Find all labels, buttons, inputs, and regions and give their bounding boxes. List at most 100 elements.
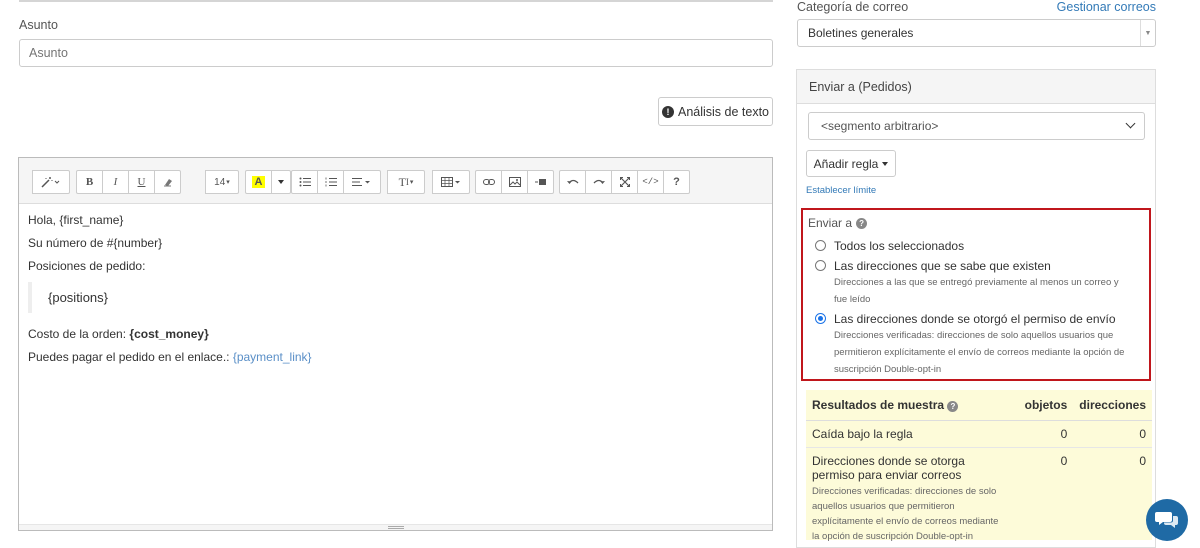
editor-line-number: Su número de #{number} (28, 236, 163, 250)
chevron-down-icon: ▾ (226, 179, 230, 186)
row-addresses: 0 (1073, 420, 1152, 448)
numbered-list-icon[interactable] (317, 170, 344, 194)
video-icon[interactable] (527, 170, 554, 194)
bold-button[interactable]: B (76, 170, 103, 194)
editor-blockquote: {positions} (28, 282, 763, 313)
sample-results-table: Resultados de muestra ? objetos direccio… (806, 390, 1152, 548)
row-objects: 0 (1009, 420, 1074, 448)
editor-line-payment: Puedes pagar el pedido en el enlace.: {p… (28, 350, 763, 364)
chat-icon (1155, 512, 1178, 528)
cost-label: Costo de la orden: (28, 327, 130, 341)
image-icon[interactable] (501, 170, 528, 194)
subject-label: Asunto (19, 18, 58, 32)
redo-icon[interactable] (585, 170, 612, 194)
table-row: Direcciones donde se otorga permiso para… (806, 447, 1152, 548)
sample-results: Resultados de muestra ? objetos direccio… (806, 390, 1152, 548)
send-to-panel-title: Enviar a (Pedidos) (797, 70, 1155, 104)
set-limit-link[interactable]: Establecer límite (806, 185, 876, 196)
radio-option-all[interactable]: Todos los seleccionados (815, 239, 964, 253)
editor-line-cost: Costo de la orden: {cost_money} (28, 327, 763, 341)
table-icon[interactable] (432, 170, 470, 194)
bullet-list-icon[interactable] (291, 170, 318, 194)
code-view-icon[interactable]: </> (637, 170, 664, 194)
row-addresses: 0 (1073, 447, 1152, 548)
toolbar-group-lists (291, 170, 381, 194)
exclamation-icon: ! (661, 105, 674, 118)
toolbar-group-insert (475, 170, 554, 194)
objects-header: objetos (1009, 390, 1074, 421)
align-dropdown[interactable] (343, 170, 381, 194)
italic-button[interactable]: I (102, 170, 129, 194)
question-icon[interactable]: ? (856, 217, 868, 229)
question-icon[interactable]: ? (947, 400, 959, 412)
manage-emails-link[interactable]: Gestionar correos (1057, 0, 1156, 14)
toolbar-group-style (32, 170, 70, 194)
row-label-cell: Direcciones donde se otorga permiso para… (806, 447, 1010, 548)
font-size-dropdown[interactable]: 14 ▾ (205, 170, 239, 194)
add-rule-label: Añadir regla (813, 156, 879, 171)
chevron-down-icon (1125, 118, 1136, 129)
radio-option-permission[interactable]: Las direcciones donde se otorgó el permi… (815, 312, 1116, 326)
toolbar-group-size: 14 ▾ (205, 170, 239, 194)
radio-label: Todos los seleccionados (834, 239, 965, 253)
table-row: Caída bajo la regla 0 0 (806, 420, 1152, 448)
radio-button[interactable] (815, 240, 826, 251)
undo-icon[interactable] (559, 170, 586, 194)
editor-line-positions-label: Posiciones de pedido: (28, 259, 146, 273)
send-to-title-text: Enviar a (808, 216, 853, 230)
underline-button[interactable]: U (128, 170, 155, 194)
fullscreen-icon[interactable] (611, 170, 638, 194)
highlight-icon[interactable]: A (245, 170, 272, 194)
chat-bubble-button[interactable] (1146, 499, 1188, 541)
toolbar-group-history: </> ? (559, 170, 690, 194)
magic-wand-icon[interactable] (32, 170, 70, 194)
rich-text-editor[interactable]: B I U 14 ▾ A T I ▾ </> ? Hola, {first_na… (18, 157, 773, 531)
row-label: Direcciones donde se otorga permiso para… (812, 453, 965, 482)
email-category-label: Categoría de correo (797, 0, 909, 14)
color-dropdown-caret[interactable] (271, 170, 291, 194)
caret-down-icon (882, 161, 889, 166)
editor-content[interactable]: Hola, {first_name} Su número de #{number… (19, 204, 772, 364)
email-category-value: Boletines generales (808, 26, 914, 40)
font-size-value: 14 (214, 176, 226, 188)
subject-input[interactable] (19, 39, 773, 67)
help-icon[interactable]: ? (663, 170, 690, 194)
top-divider (19, 0, 773, 2)
table-header-row: Resultados de muestra ? objetos direccio… (806, 390, 1152, 421)
radio-button[interactable] (815, 260, 826, 271)
radio-button-checked[interactable] (815, 313, 826, 324)
results-title-header: Resultados de muestra ? (806, 390, 1010, 421)
text-analysis-label: Análisis de texto (677, 104, 770, 119)
toolbar-group-font: B I U (76, 170, 181, 194)
editor-toolbar: B I U 14 ▾ A T I ▾ </> ? (19, 158, 772, 204)
row-desc: Direcciones verificadas: direcciones de … (812, 485, 999, 542)
editor-resize-handle[interactable] (19, 524, 772, 530)
segment-value: <segmento arbitrario> (821, 119, 939, 133)
radio-option-known[interactable]: Las direcciones que se sabe que existen (815, 259, 1051, 273)
send-to-options-box: Enviar a ? Todos los seleccionados Las d… (801, 208, 1151, 381)
eraser-icon[interactable] (154, 170, 181, 194)
send-to-panel: Enviar a (Pedidos) <segmento arbitrario>… (796, 69, 1156, 548)
radio-option-known-desc: Direcciones a las que se entregó previam… (834, 277, 1119, 305)
text-style-dropdown[interactable]: T I ▾ (387, 170, 425, 194)
row-label: Caída bajo la regla (806, 420, 1010, 448)
payment-link[interactable]: {payment_link} (233, 350, 312, 364)
text-analysis-button[interactable]: ! Análisis de texto (658, 97, 773, 126)
send-to-title: Enviar a ? (808, 216, 868, 230)
radio-option-permission-desc: Direcciones verificadas: direcciones de … (834, 330, 1125, 375)
radio-label: Las direcciones donde se otorgó el permi… (834, 312, 1116, 326)
results-title: Resultados de muestra (812, 397, 945, 412)
editor-line-greeting: Hola, {first_name} (28, 213, 124, 227)
email-category-select[interactable]: Boletines generales ▼ (797, 19, 1156, 47)
radio-label: Las direcciones que se sabe que existen (834, 259, 1051, 273)
cost-variable: {cost_money} (129, 327, 209, 341)
toolbar-group-color: A (245, 170, 291, 194)
segment-select[interactable]: <segmento arbitrario> (808, 112, 1145, 140)
addresses-header: direcciones (1073, 390, 1152, 421)
toolbar-group-table (432, 170, 470, 194)
chevron-down-icon: ▼ (1140, 20, 1155, 46)
link-icon[interactable] (475, 170, 502, 194)
payment-label: Puedes pagar el pedido en el enlace.: (28, 350, 233, 364)
row-objects: 0 (1009, 447, 1074, 548)
add-rule-button[interactable]: Añadir regla (806, 150, 896, 177)
